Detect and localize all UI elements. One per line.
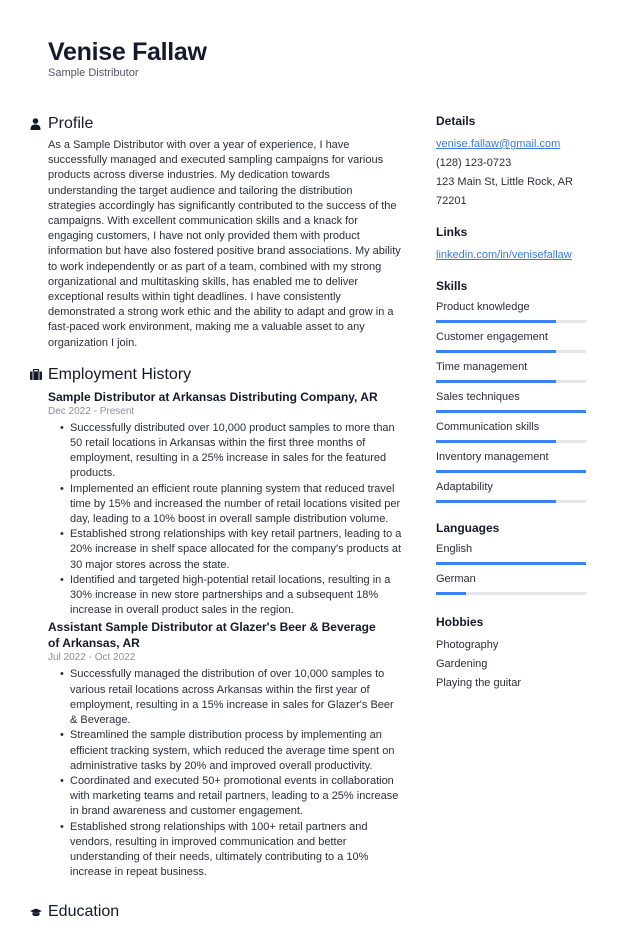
links-heading: Links <box>436 225 468 239</box>
job-bullet: Established strong relationships with ke… <box>60 527 402 573</box>
language-item: German <box>436 572 606 595</box>
language-item-level-fill <box>436 562 586 565</box>
details-heading: Details <box>436 114 476 128</box>
profile-summary: As a Sample Distributor with over a year… <box>48 139 401 349</box>
skill-item: Customer engagement <box>436 330 606 353</box>
job-bullet: Established strong relationships with 10… <box>60 820 402 881</box>
skill-item-level-fill <box>436 410 586 413</box>
skill-item-label: Product knowledge <box>436 301 530 313</box>
skill-item: Time management <box>436 360 606 383</box>
address: 123 Main St, Little Rock, AR 72201 <box>436 176 573 207</box>
graduation-cap-icon <box>30 908 48 917</box>
skill-item-label: Communication skills <box>436 421 540 433</box>
details-section: Details venise.fallaw@gmail.com (128) 12… <box>436 114 606 211</box>
skill-item-level-fill <box>436 500 556 503</box>
linkedin-link[interactable]: linkedin.com/in/venisefallaw <box>436 249 572 261</box>
languages-section: Languages English German <box>436 521 606 595</box>
hobby-item: Photography <box>436 639 499 651</box>
job-entry: Assistant Sample Distributor at Glazer's… <box>48 619 402 880</box>
profile-heading: Profile <box>48 115 94 132</box>
phone-number: (128) 123-0723 <box>436 157 512 169</box>
job-entry-dates: Dec 2022 - Present <box>48 405 135 417</box>
language-item-label: German <box>436 573 476 585</box>
employment-heading: Employment History <box>48 365 192 383</box>
hobby-item: Gardening <box>436 658 488 670</box>
skill-item-label: Time management <box>436 361 528 373</box>
skill-item: Sales techniques <box>436 390 606 413</box>
skill-item-level-track <box>436 350 586 353</box>
skill-item: Communication skills <box>436 420 606 443</box>
language-item-label: English <box>436 543 473 555</box>
skill-item: Product knowledge <box>436 300 606 323</box>
skill-item-level-track <box>436 500 586 503</box>
skill-item-level-track <box>436 410 586 413</box>
profile-section: Profile As a Sample Distributor with ove… <box>30 114 402 351</box>
employment-section: Employment History Sample Distributor at… <box>30 365 402 880</box>
job-bullet: Successfully distributed over 10,000 pro… <box>60 421 402 482</box>
skill-item-label: Adaptability <box>436 481 493 493</box>
skill-item-level-fill <box>436 470 586 473</box>
profile-header: Profile <box>30 114 402 134</box>
skills-heading: Skills <box>436 279 468 293</box>
job-entry-dates: Jul 2022 - Oct 2022 <box>48 652 136 664</box>
job-bullet: Streamlined the sample distribution proc… <box>60 728 402 774</box>
hobbies-heading: Hobbies <box>436 615 484 629</box>
email-link[interactable]: venise.fallaw@gmail.com <box>436 138 560 150</box>
job-entry: Sample Distributor at Arkansas Distribut… <box>48 389 402 619</box>
skill-item-level-fill <box>436 440 556 443</box>
job-bullet: Successfully managed the distribution of… <box>60 667 402 728</box>
briefcase-icon <box>30 369 48 381</box>
skill-item-level-fill <box>436 320 556 323</box>
skill-item-level-track <box>436 380 586 383</box>
skill-item-level-track <box>436 440 586 443</box>
skill-item-level-track <box>436 320 586 323</box>
job-title: Sample Distributor <box>48 67 139 79</box>
job-bullet: Implemented an efficient route planning … <box>60 482 402 528</box>
language-item: English <box>436 542 606 565</box>
main-column: Profile As a Sample Distributor with ove… <box>30 114 402 936</box>
skill-item-label: Sales techniques <box>436 391 520 403</box>
skill-item: Inventory management <box>436 450 606 473</box>
sidebar: Details venise.fallaw@gmail.com (128) 12… <box>436 114 606 707</box>
job-entry-title: Assistant Sample Distributor at Glazer's… <box>48 620 376 651</box>
skill-item-label: Customer engagement <box>436 331 548 343</box>
skill-item: Adaptability <box>436 480 606 503</box>
skills-section: Skills Product knowledge Customer engagem… <box>436 279 606 503</box>
hobby-item: Playing the guitar <box>436 677 521 689</box>
links-section: Links linkedin.com/in/venisefallaw <box>436 225 606 265</box>
education-header: Education <box>30 902 402 922</box>
skill-item-level-fill <box>436 350 556 353</box>
hobbies-section: Hobbies Photography Gardening Playing th… <box>436 615 606 693</box>
language-item-level-track <box>436 562 586 565</box>
education-heading: Education <box>48 903 120 921</box>
skill-item-label: Inventory management <box>436 451 549 463</box>
candidate-name: Venise Fallaw <box>48 38 207 66</box>
language-item-level-track <box>436 592 586 595</box>
language-item-level-fill <box>436 592 466 595</box>
languages-heading: Languages <box>436 521 500 535</box>
education-section: Education <box>30 902 402 922</box>
user-icon <box>30 118 48 130</box>
skill-item-level-track <box>436 470 586 473</box>
employment-header: Employment History <box>30 365 402 385</box>
job-entry-title: Sample Distributor at Arkansas Distribut… <box>48 389 378 404</box>
job-bullet: Identified and targeted high-potential r… <box>60 573 402 619</box>
job-bullet: Coordinated and executed 50+ promotional… <box>60 774 402 820</box>
skill-item-level-fill <box>436 380 556 383</box>
